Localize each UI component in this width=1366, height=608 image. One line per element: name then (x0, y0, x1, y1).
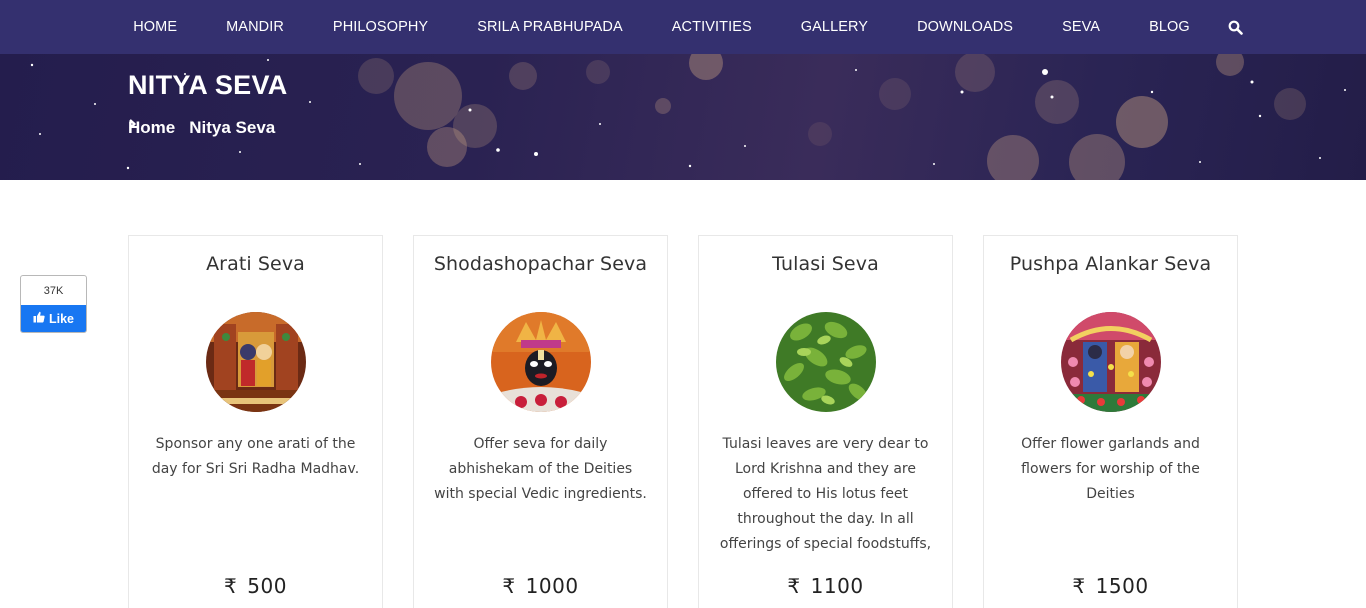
deity-face-image (491, 312, 591, 412)
nav-item-downloads[interactable]: DOWNLOADS (893, 19, 1038, 35)
seva-card-price: ₹1100 (787, 574, 864, 598)
main-navbar: HOME MANDIR PHILOSOPHY SRILA PRABHUPADA … (0, 0, 1366, 54)
nav-item-seva[interactable]: SEVA (1038, 19, 1125, 35)
thumbs-up-icon (33, 311, 45, 326)
nav-item-srila-prabhupada[interactable]: SRILA PRABHUPADA (453, 19, 648, 35)
nav-item-blog[interactable]: BLOG (1125, 19, 1215, 35)
seva-card-price: ₹1500 (1072, 574, 1149, 598)
seva-card-description: Offer seva for daily abhishekam of the D… (434, 436, 647, 502)
deity-altar-image (206, 312, 306, 412)
rupee-symbol: ₹ (502, 574, 516, 598)
rupee-symbol: ₹ (787, 574, 801, 598)
rupee-symbol: ₹ (224, 574, 238, 598)
seva-card-price: ₹1000 (502, 574, 579, 598)
nav-item-mandir[interactable]: MANDIR (202, 19, 309, 35)
facebook-like-label: Like (48, 311, 74, 326)
seva-card[interactable]: Tulasi Seva Tulasi leaves are very dear … (698, 235, 953, 608)
seva-card[interactable]: Arati Seva Sponsor any one arati of the … (128, 235, 383, 608)
nav-item-home[interactable]: HOME (109, 19, 202, 35)
nav-item-gallery[interactable]: GALLERY (776, 19, 892, 35)
seva-card-title: Shodashopachar Seva (433, 253, 648, 275)
seva-card-list: Arati Seva Sponsor any one arati of the … (128, 235, 1238, 608)
page-banner: NITYA SEVA Home Nitya Seva (0, 54, 1366, 180)
facebook-like-widget: 37K Like (20, 275, 87, 333)
nav-item-philosophy[interactable]: PHILOSOPHY (308, 19, 452, 35)
seva-card[interactable]: Shodashopachar Seva Offer seva for daily… (413, 235, 668, 608)
facebook-like-count: 37K (43, 285, 64, 297)
seva-card[interactable]: Pushpa Alankar Seva Offer flower garland… (983, 235, 1238, 608)
seva-card-title: Pushpa Alankar Seva (1009, 253, 1212, 275)
flower-decorated-deities-image (1061, 312, 1161, 412)
seva-card-title: Arati Seva (206, 253, 305, 275)
search-icon[interactable] (1214, 20, 1244, 35)
nav-item-activities[interactable]: ACTIVITIES (647, 19, 776, 35)
seva-card-title: Tulasi Seva (772, 253, 879, 275)
seva-card-description: Tulasi leaves are very dear to Lord Kris… (719, 436, 932, 552)
seva-card-description: Sponsor any one arati of the day for Sri… (151, 436, 360, 477)
breadcrumb-current: Nitya Seva (189, 118, 276, 137)
seva-card-price: ₹500 (224, 574, 287, 598)
rupee-symbol: ₹ (1072, 574, 1086, 598)
seva-card-description: Offer flower garlands and flowers for wo… (1021, 436, 1200, 502)
facebook-like-button[interactable]: Like (21, 305, 86, 332)
tulasi-plant-image (776, 312, 876, 412)
nav-menu: HOME MANDIR PHILOSOPHY SRILA PRABHUPADA … (109, 0, 1244, 54)
breadcrumb: Home Nitya Seva (128, 118, 275, 138)
page-title: NITYA SEVA (128, 70, 288, 100)
